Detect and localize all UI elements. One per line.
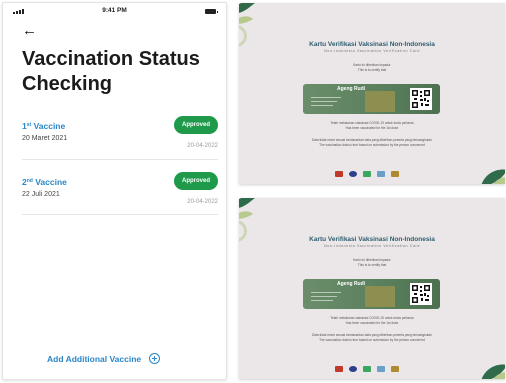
given-to-line: This is to certify that [357,262,387,267]
certificate-footer: Data tidak resmi sesuai berdasarkan data… [239,138,505,147]
card-text-line [311,296,337,297]
card-text-line [311,300,333,301]
certificate-footer: Data tidak resmi sesuai berdasarkan data… [239,333,505,342]
message-line: Has been vaccinated for the 1st dose [345,125,399,130]
leaf-decoration-icon [481,169,505,184]
vaccination-certificate-1[interactable]: Kartu Verifikasi Vaksinasi Non-Indonesia… [239,3,505,184]
logo-icon [391,366,399,372]
certificate-message: Telah melakukan vaksinasi COVID-19 untuk… [239,121,505,130]
card-text-line [311,292,341,293]
footer-line: The vaccination data is true based on su… [319,142,425,147]
logo-icon [377,366,385,372]
card-text-line [311,97,341,98]
divider [22,214,218,215]
holder-name: Ageng Rudi [337,281,366,287]
certificate-message: Telah melakukan vaksinasi COVID-19 untuk… [239,316,505,325]
logo-icon [363,366,371,372]
certificate-subtitle: Non-Indonesia Vaccination Verification C… [324,49,420,53]
vaccination-certificate-2[interactable]: Kartu Verifikasi Vaksinasi Non-Indonesia… [239,198,505,379]
phone-screen: 9:41 PM ← Vaccination Status Checking 1s… [2,2,227,380]
status-date: 20-04-2022 [187,199,218,205]
plus-circle-icon [149,353,161,364]
status-badge: Approved [174,116,218,134]
vaccine-date: 22 Juli 2021 [22,191,60,198]
logo-icon [391,171,399,177]
logo-icon [363,171,371,177]
qr-code-icon [410,88,432,110]
logo-row [335,366,399,372]
back-arrow-icon[interactable]: ← [22,23,37,38]
certificate-given-to: Kartu ini diberikan kepada: This is to c… [239,258,505,267]
holder-photo [365,286,395,307]
certificate-subtitle: Non-Indonesia Vaccination Verification C… [324,244,420,248]
certificate-title: Kartu Verifikasi Vaksinasi Non-Indonesia [309,41,435,48]
vaccine-date: 20 Maret 2021 [22,135,68,142]
add-vaccine-button[interactable]: Add Additional Vaccine [47,353,161,364]
footer-line: The vaccination data is true based on su… [319,337,425,342]
status-bar: 9:41 PM [3,3,226,17]
page-title: Vaccination Status Checking [22,48,200,95]
vaccine-name: 2nd Vaccine [22,177,67,187]
vaccine-ordinal-suffix: nd [26,178,33,184]
logo-icon [349,366,357,372]
vaccine-label: Vaccine [33,121,66,131]
vaccine-ordinal-suffix: st [26,122,32,128]
card-text-line [311,101,337,102]
vaccine-item-2[interactable]: 2nd Vaccine 22 Juli 2021 Approved 20-04-… [22,172,218,215]
holder-card: Ageng Rudi [303,279,440,309]
leaf-decoration-icon [239,3,255,24]
divider [22,159,218,160]
vaccine-label: Vaccine [35,177,67,187]
message-line: Has been vaccinated for the 1st dose [345,320,399,325]
holder-name: Ageng Rudi [337,86,366,92]
certificate-given-to: Kartu ini diberikan kepada: This is to c… [239,63,505,72]
status-badge: Approved [174,172,218,190]
leaf-decoration-icon [481,364,505,379]
status-date: 20-04-2022 [187,143,218,149]
vaccine-name: 1st Vaccine [22,121,65,131]
logo-icon [377,171,385,177]
holder-card: Ageng Rudi [303,84,440,114]
logo-row [335,171,399,177]
leaf-decoration-icon [239,198,255,219]
holder-photo [365,91,395,112]
card-text-line [311,105,333,106]
vaccine-item-1[interactable]: 1st Vaccine 20 Maret 2021 Approved 20-04… [22,116,218,159]
logo-icon [335,171,343,177]
certificate-title: Kartu Verifikasi Vaksinasi Non-Indonesia [309,236,435,243]
status-time: 9:41 PM [102,7,127,14]
logo-icon [335,366,343,372]
qr-code-icon [410,283,432,305]
add-vaccine-label: Add Additional Vaccine [47,353,142,364]
battery-icon [205,9,218,14]
logo-icon [349,171,357,177]
given-to-line: This is to certify that [357,67,387,72]
